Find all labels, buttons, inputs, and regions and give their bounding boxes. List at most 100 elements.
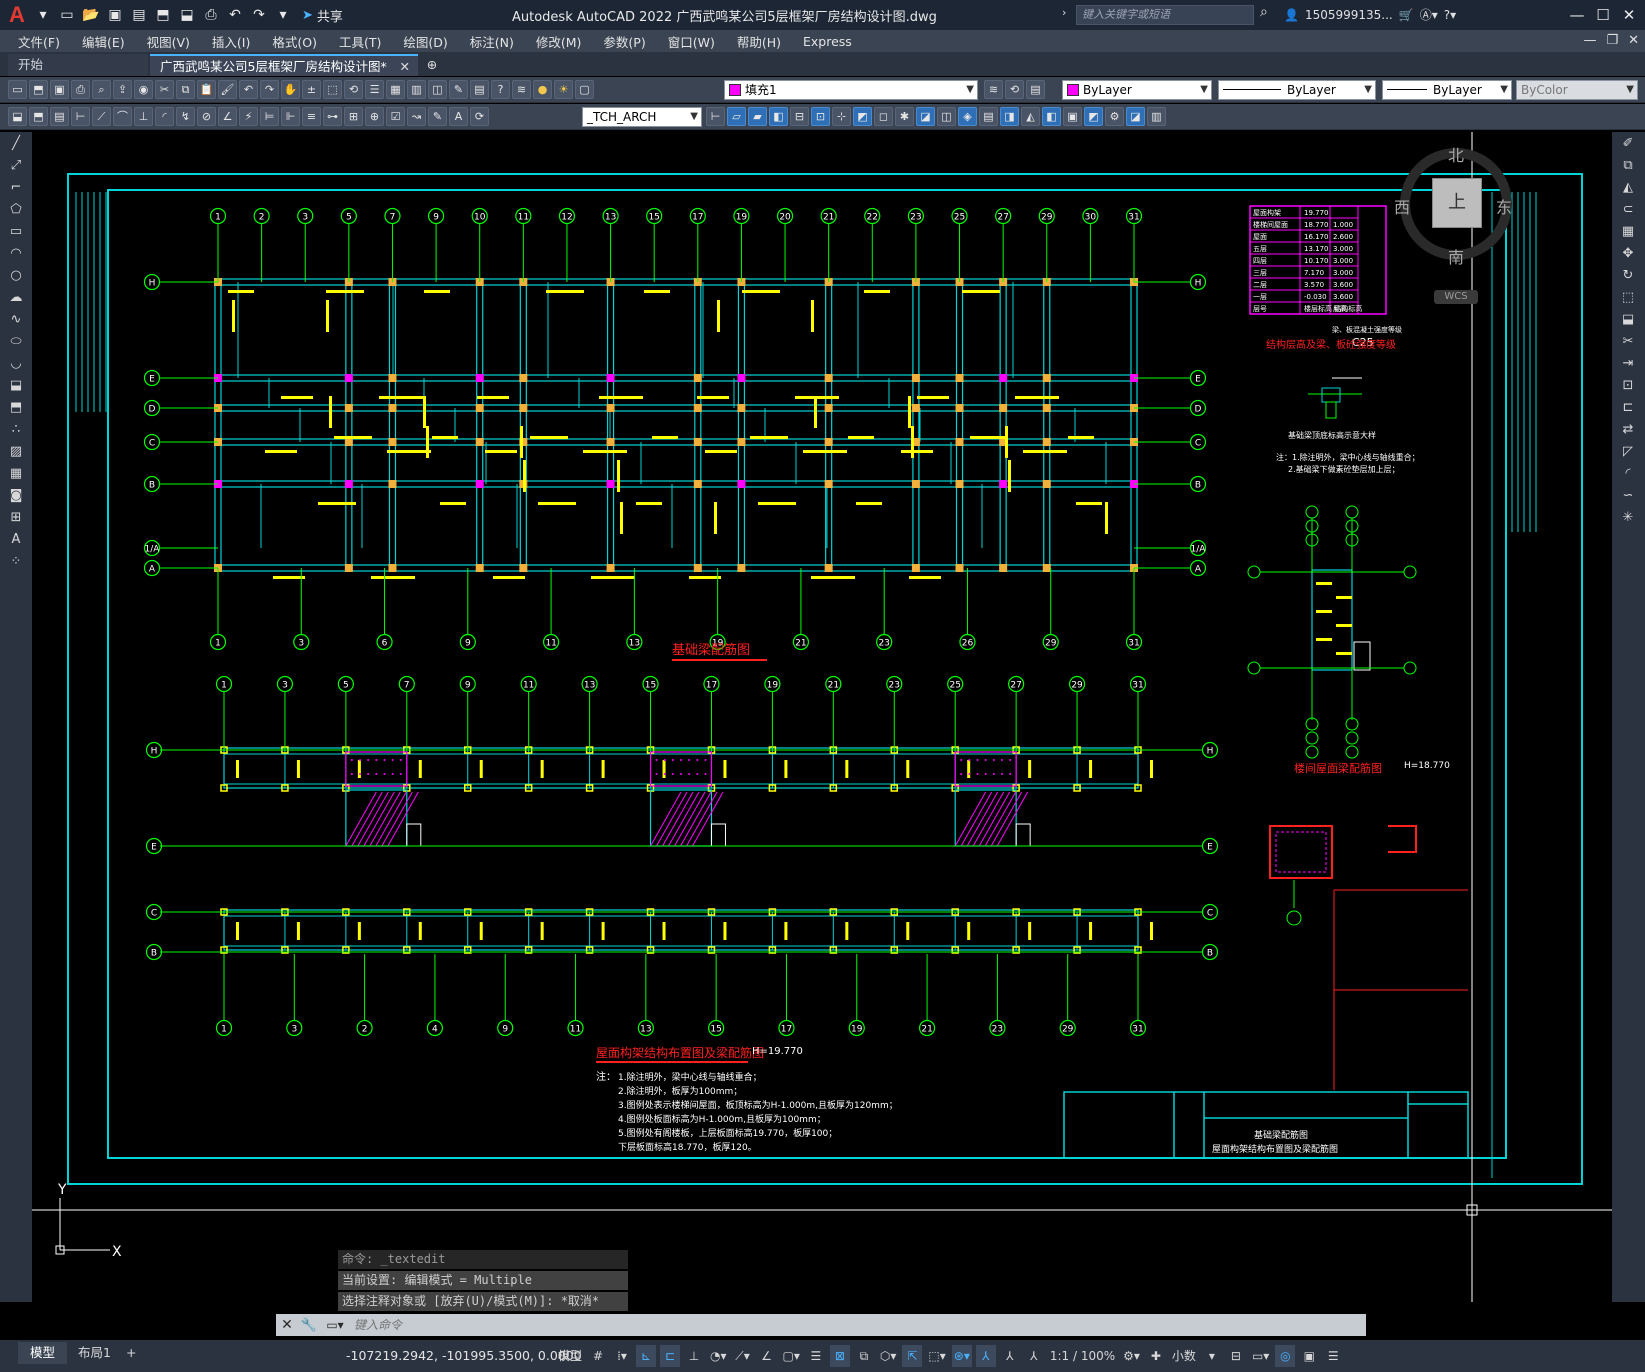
doc-restore-button[interactable]: ❐ bbox=[1606, 30, 1618, 52]
tch-window-icon[interactable]: ⊟ bbox=[790, 107, 809, 126]
web-save-icon[interactable]: ⬓ bbox=[176, 4, 198, 26]
polyline-icon[interactable]: ⌐ bbox=[3, 178, 29, 198]
object-snap-icon[interactable]: ▢▾ bbox=[781, 1345, 802, 1367]
extend-icon[interactable]: ⇥ bbox=[1615, 354, 1641, 374]
dim-edit-icon[interactable]: ✎ bbox=[428, 107, 447, 126]
break-point-icon[interactable]: ⊡ bbox=[1615, 376, 1641, 396]
infer-constraints-icon[interactable]: ⊾ bbox=[636, 1345, 657, 1367]
array-icon[interactable]: ▦ bbox=[1615, 222, 1641, 242]
wcs-menu-button[interactable]: WCS bbox=[1434, 290, 1478, 304]
grid-icon[interactable]: # bbox=[588, 1345, 608, 1367]
save-icon[interactable]: ▣ bbox=[104, 4, 126, 26]
auto-scale-icon[interactable]: ⅄ bbox=[1000, 1345, 1020, 1367]
jogged-linear-icon[interactable]: ↝ bbox=[407, 107, 426, 126]
blend-icon[interactable]: ∽ bbox=[1615, 486, 1641, 506]
rectangle-icon[interactable]: ▭ bbox=[3, 222, 29, 242]
angular-dim-icon[interactable]: ∠ bbox=[218, 107, 237, 126]
saveas-icon[interactable]: ▤ bbox=[128, 4, 150, 26]
ordinate-dim-icon[interactable]: ⊥ bbox=[134, 107, 153, 126]
stretch-icon[interactable]: ⬓ bbox=[1615, 310, 1641, 330]
insert-block-icon[interactable]: ⬓ bbox=[3, 376, 29, 396]
command-input[interactable] bbox=[350, 1316, 1366, 1334]
search-icon[interactable]: ⌕ bbox=[1260, 4, 1278, 24]
viewcube[interactable]: 北 南 东 西 上 WCS bbox=[1394, 138, 1516, 304]
search-input[interactable]: 键入关键字或短语 bbox=[1076, 5, 1254, 25]
tch-layout-icon[interactable]: ▥ bbox=[1147, 107, 1166, 126]
arc-icon[interactable]: ◠ bbox=[3, 244, 29, 264]
ortho-icon[interactable]: ⊥ bbox=[684, 1345, 704, 1367]
ellipse-icon[interactable]: ⬭ bbox=[3, 332, 29, 352]
circle-icon[interactable]: ○ bbox=[3, 266, 29, 286]
quick-dim-icon[interactable]: ⚡ bbox=[239, 107, 258, 126]
dim-update-icon[interactable]: ⟳ bbox=[470, 107, 489, 126]
recent-commands-icon[interactable]: ▭▾ bbox=[320, 1318, 350, 1332]
help-tool-icon[interactable]: ? bbox=[491, 80, 510, 99]
tch-room-icon[interactable]: ◻ bbox=[874, 107, 893, 126]
open-file-icon[interactable]: ⬒ bbox=[29, 80, 48, 99]
dynamic-ucs-icon[interactable]: ⇱ bbox=[902, 1345, 923, 1367]
layer-on-icon[interactable]: ● bbox=[533, 80, 552, 99]
cut-icon[interactable]: ✂ bbox=[155, 80, 174, 99]
drawing-area[interactable]: 1 2 3 5 7 9 10 11 12 13 15 17 19 20 21 22 23 25 27 29 30 31 1 3… bbox=[32, 132, 1612, 1302]
tch-text-icon[interactable]: ▤ bbox=[979, 107, 998, 126]
autodesk-a360-icon[interactable]: Ⓐ▾ bbox=[1420, 6, 1438, 23]
chamfer-icon[interactable]: ◸ bbox=[1615, 442, 1641, 462]
share-button[interactable]: ➤ 共享 bbox=[302, 6, 343, 25]
redo-icon[interactable]: ↷ bbox=[248, 4, 270, 26]
tch-table-icon[interactable]: ◨ bbox=[1000, 107, 1019, 126]
plot-icon[interactable]: ⎙ bbox=[200, 4, 222, 26]
tch-axis-icon[interactable]: ⊹ bbox=[832, 107, 851, 126]
tch-tool-3-icon[interactable]: ▤ bbox=[50, 107, 69, 126]
jogged-dim-icon[interactable]: ↯ bbox=[176, 107, 195, 126]
coordinates-readout[interactable]: -107219.2942, -101995.3500, 0.0000 bbox=[346, 1348, 582, 1363]
design-center-icon[interactable]: ▦ bbox=[386, 80, 405, 99]
continue-dim-icon[interactable]: ⊩ bbox=[281, 107, 300, 126]
line-icon[interactable]: ╱ bbox=[3, 134, 29, 154]
close-command-line-icon[interactable]: ✕ bbox=[276, 1317, 298, 1333]
tab-close-icon[interactable]: ✕ bbox=[400, 56, 410, 78]
3d-dwf-icon[interactable]: ◉ bbox=[134, 80, 153, 99]
copy-object-icon[interactable]: ⧉ bbox=[1615, 156, 1641, 176]
annotation-visibility-icon[interactable]: ⅄ bbox=[975, 1345, 996, 1367]
tch-file-icon[interactable]: ◧ bbox=[1042, 107, 1061, 126]
baseline-dim-icon[interactable]: ⊨ bbox=[260, 107, 279, 126]
tch-roof-icon[interactable]: ◩ bbox=[853, 107, 872, 126]
object-snap-tracking-icon[interactable]: ∠ bbox=[757, 1345, 777, 1367]
open-icon[interactable]: 📂 bbox=[80, 4, 102, 26]
close-button[interactable]: ✕ bbox=[1616, 4, 1642, 26]
menu-tools[interactable]: 工具(T) bbox=[339, 32, 381, 51]
menu-edit[interactable]: 编辑(E) bbox=[82, 32, 125, 51]
revcloud-icon[interactable]: ☁ bbox=[3, 288, 29, 308]
point-icon[interactable]: ∴ bbox=[3, 420, 29, 440]
menu-dimension[interactable]: 标注(N) bbox=[470, 32, 514, 51]
lineweight-combo[interactable]: ByLayer ▼ bbox=[1382, 80, 1512, 100]
model-space-button[interactable]: 模型 bbox=[556, 1345, 584, 1367]
rotate-icon[interactable]: ↻ bbox=[1615, 266, 1641, 286]
explode-icon[interactable]: ✳ bbox=[1615, 508, 1641, 528]
menu-help[interactable]: 帮助(H) bbox=[737, 32, 781, 51]
layer-combo[interactable]: 填充1 ▼ bbox=[724, 80, 978, 100]
help-icon[interactable]: ?▾ bbox=[1444, 8, 1456, 22]
viewcube-top-face[interactable]: 上 bbox=[1432, 178, 1482, 228]
undo-icon[interactable]: ↶ bbox=[224, 4, 246, 26]
tab-drawing[interactable]: 广西武鸣某公司5层框架厂房结构设计图* ✕ bbox=[150, 54, 418, 76]
dim-style-icon[interactable]: ⊢ bbox=[706, 107, 725, 126]
menu-modify[interactable]: 修改(M) bbox=[536, 32, 582, 51]
gradient-icon[interactable]: ▦ bbox=[3, 464, 29, 484]
tch-3d-icon[interactable]: ◈ bbox=[958, 107, 977, 126]
diameter-dim-icon[interactable]: ⊘ bbox=[197, 107, 216, 126]
color-combo[interactable]: ByLayer ▼ bbox=[1062, 80, 1212, 100]
tool-palettes-icon[interactable]: ▥ bbox=[407, 80, 426, 99]
undo-tool-icon[interactable]: ↶ bbox=[239, 80, 258, 99]
linetype-combo[interactable]: ByLayer ▼ bbox=[1218, 80, 1376, 100]
doc-close-button[interactable]: ✕ bbox=[1628, 30, 1639, 52]
inspection-icon[interactable]: ☑ bbox=[386, 107, 405, 126]
annotation-monitor-icon[interactable]: ✚ bbox=[1146, 1345, 1166, 1367]
publish-icon[interactable]: ⇪ bbox=[113, 80, 132, 99]
selection-cycling-icon[interactable]: ⧉ bbox=[854, 1345, 874, 1367]
lineweight-icon[interactable]: ☰ bbox=[806, 1345, 826, 1367]
zoom-realtime-icon[interactable]: ± bbox=[302, 80, 321, 99]
isolate-objects-icon[interactable]: ▭▾ bbox=[1250, 1345, 1271, 1367]
dim-break-icon[interactable]: ⊶ bbox=[323, 107, 342, 126]
tch-section-icon[interactable]: ◫ bbox=[937, 107, 956, 126]
